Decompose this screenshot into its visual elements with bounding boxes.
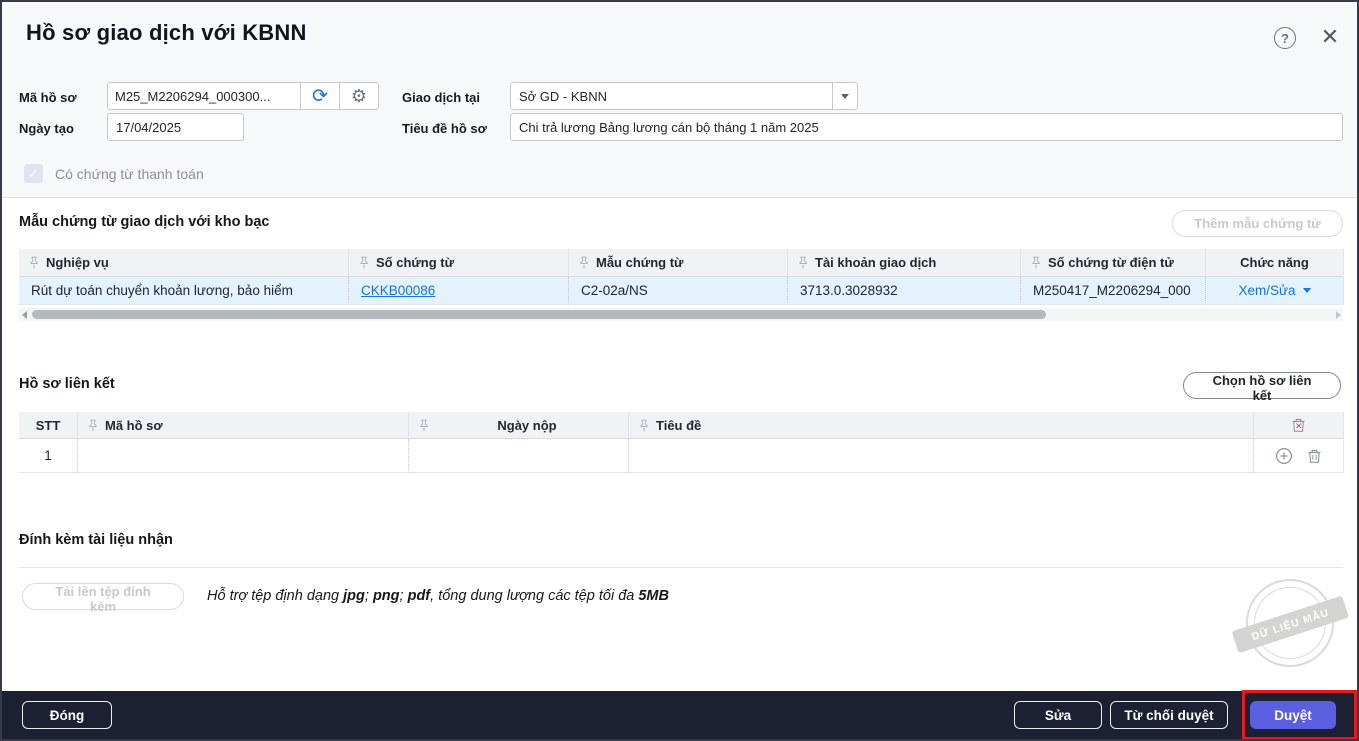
column-header-ma-ho-so: Mã hồ sơ: [78, 412, 409, 439]
attach-help-text: Hỗ trợ tệp định dạng jpg; png; pdf, tổng…: [207, 588, 669, 604]
cell-so-chung-tu: CKKB00086: [349, 277, 569, 305]
gear-icon: ⚙: [351, 87, 367, 105]
settings-button[interactable]: ⚙: [339, 82, 379, 110]
chevron-down-icon: [1303, 288, 1311, 293]
cell-nghiep-vu: Rút dự toán chuyển khoản lương, bảo hiểm: [19, 277, 349, 305]
form-area: Hồ sơ giao dịch với KBNN ? ✕ Mã hồ sơ ⟳ …: [2, 2, 1357, 198]
horizontal-scrollbar[interactable]: [19, 308, 1343, 321]
giao-dich-tai-select[interactable]: Sở GD - KBNN: [510, 82, 858, 110]
cell-row-actions: [1254, 439, 1343, 473]
attach-section-title: Đính kèm tài liệu nhận: [19, 532, 173, 548]
ngay-tao-input[interactable]: [107, 113, 244, 141]
refresh-button[interactable]: ⟳: [300, 82, 340, 110]
scroll-right-icon[interactable]: [1336, 311, 1341, 319]
scrollbar-thumb[interactable]: [32, 310, 1046, 319]
co-chung-tu-checkbox-label: Có chứng từ thanh toán: [55, 166, 204, 182]
co-chung-tu-checkbox-row: ✓ Có chứng từ thanh toán: [24, 164, 204, 183]
column-header-chuc-nang: Chức năng: [1206, 249, 1343, 277]
pin-icon[interactable]: [579, 256, 589, 269]
lien-ket-table: STT Mã hồ sơ Ngày nộp Tiêu đề ✕ 1: [19, 412, 1344, 473]
column-header-so-chung-tu: Số chứng từ: [349, 249, 569, 277]
pin-icon[interactable]: [419, 419, 429, 432]
tieu-de-input[interactable]: [510, 113, 1343, 141]
lien-ket-section-title: Hồ sơ liên kết: [19, 376, 115, 392]
chevron-down-icon: [841, 94, 849, 99]
ngay-tao-label: Ngày tạo: [19, 121, 74, 136]
column-header-tai-khoan-giao-dich: Tài khoản giao dịch: [788, 249, 1021, 277]
so-chung-tu-link[interactable]: CKKB00086: [361, 283, 435, 298]
column-header-actions: ✕: [1254, 412, 1343, 439]
delete-row-icon[interactable]: [1307, 448, 1322, 464]
chung-tu-section-title: Mẫu chứng từ giao dịch với kho bạc: [19, 214, 269, 230]
pin-icon[interactable]: [29, 256, 39, 269]
dropdown-arrow-button[interactable]: [832, 83, 857, 109]
column-header-mau-chung-tu: Mẫu chứng từ: [569, 249, 788, 277]
close-icon[interactable]: ✕: [1318, 25, 1342, 49]
cell-tieu-de: [629, 439, 1254, 473]
cell-ngay-nop: [409, 439, 629, 473]
dong-button[interactable]: Đóng: [22, 701, 112, 729]
tu-choi-duyet-button[interactable]: Từ chối duyệt: [1110, 701, 1228, 729]
cell-so-chung-tu-dien-tu: M250417_M2206294_000: [1021, 277, 1206, 305]
ho-so-giao-dich-dialog: Hồ sơ giao dịch với KBNN ? ✕ Mã hồ sơ ⟳ …: [0, 0, 1359, 741]
ma-ho-so-label: Mã hồ sơ: [19, 90, 77, 105]
footer-bar: Đóng Sửa Từ chối duyệt Duyệt: [2, 691, 1357, 739]
xem-sua-action[interactable]: Xem/Sửa: [1238, 283, 1310, 298]
sample-data-watermark: DỮ LIỆU MẪU: [1237, 570, 1344, 677]
ma-ho-so-group: ⟳ ⚙: [107, 82, 379, 110]
cell-mau-chung-tu: C2-02a/NS: [569, 277, 788, 305]
chon-ho-so-lien-ket-button[interactable]: Chọn hồ sơ liên kết: [1183, 372, 1341, 399]
cell-stt: 1: [19, 439, 78, 473]
column-header-nghiep-vu: Nghiệp vụ: [19, 249, 349, 277]
help-icon[interactable]: ?: [1274, 27, 1296, 49]
pin-icon[interactable]: [639, 419, 649, 432]
giao-dich-tai-value: Sở GD - KBNN: [511, 89, 832, 104]
cell-ma-ho-so: [78, 439, 409, 473]
column-header-so-chung-tu-dien-tu: Số chứng từ điện tử: [1021, 249, 1206, 277]
pin-icon[interactable]: [798, 256, 808, 269]
pin-icon[interactable]: [1031, 256, 1041, 269]
scroll-left-icon[interactable]: [22, 311, 27, 319]
add-row-icon[interactable]: [1275, 447, 1293, 465]
pin-icon[interactable]: [88, 419, 98, 432]
page-title: Hồ sơ giao dịch với KBNN: [26, 20, 307, 46]
cell-tai-khoan-giao-dich: 3713.0.3028932: [788, 277, 1021, 305]
giao-dich-tai-label: Giao dịch tại: [402, 90, 480, 105]
column-header-ngay-nop: Ngày nộp: [409, 412, 629, 439]
refresh-icon: ⟳: [312, 87, 328, 106]
delete-all-icon[interactable]: ✕: [1291, 417, 1306, 433]
cell-chuc-nang: Xem/Sửa: [1206, 277, 1343, 305]
duyet-button[interactable]: Duyệt: [1250, 701, 1336, 729]
pin-icon[interactable]: [359, 256, 369, 269]
sua-button[interactable]: Sửa: [1014, 701, 1102, 729]
co-chung-tu-checkbox: ✓: [24, 164, 43, 183]
column-header-stt: STT: [19, 412, 78, 439]
them-mau-chung-tu-button: Thêm mẫu chứng từ: [1172, 210, 1343, 237]
chung-tu-table: Nghiệp vụ Số chứng từ Mẫu chứng từ Tài k…: [19, 249, 1344, 305]
section-divider: [19, 567, 1343, 568]
tieu-de-label: Tiêu đề hồ sơ: [402, 121, 487, 136]
ma-ho-so-input[interactable]: [107, 82, 301, 110]
tai-len-tep-button: Tải lên tệp đính kèm: [22, 583, 184, 610]
column-header-tieu-de: Tiêu đề: [629, 412, 1254, 439]
